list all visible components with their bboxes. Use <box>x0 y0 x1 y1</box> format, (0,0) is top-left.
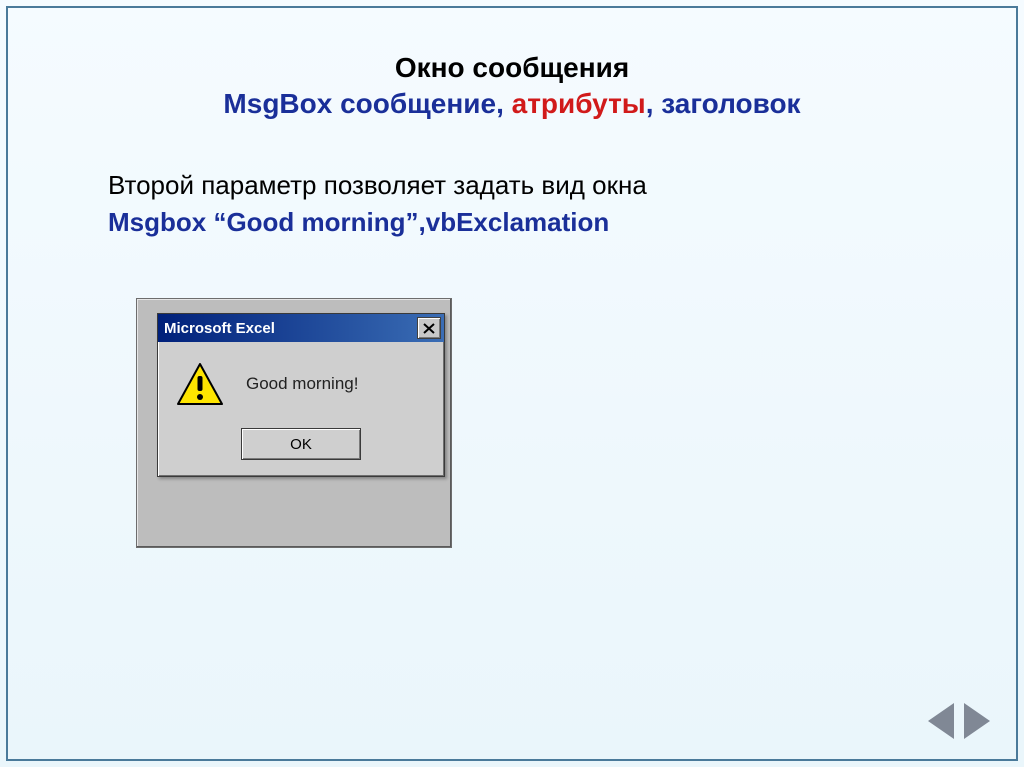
heading-line-2: MsgBox сообщение, атрибуты, заголовок <box>8 86 1016 122</box>
dialog-actions: OK <box>158 424 444 476</box>
slide-frame: Окно сообщения MsgBox сообщение, атрибут… <box>6 6 1018 761</box>
body-line-1: Второй параметр позволяет задать вид окн… <box>108 167 1016 205</box>
slide-nav <box>928 703 990 739</box>
message-box-dialog: Microsoft Excel Good morning! <box>157 313 445 477</box>
next-slide-button[interactable] <box>964 703 990 739</box>
dialog-title: Microsoft Excel <box>164 320 275 337</box>
heading-title-text: , заголовок <box>646 88 801 119</box>
slide-heading: Окно сообщения MsgBox сообщение, атрибут… <box>8 50 1016 123</box>
body-code-line: Msgbox “Good morning”,vbExclamation <box>108 204 1016 242</box>
dialog-screenshot-frame: Microsoft Excel Good morning! <box>136 298 452 548</box>
heading-msgbox-text: MsgBox сообщение, <box>223 88 511 119</box>
ok-button[interactable]: OK <box>241 428 361 460</box>
heading-line-1: Окно сообщения <box>8 50 1016 86</box>
close-button[interactable] <box>417 317 441 339</box>
dialog-titlebar[interactable]: Microsoft Excel <box>158 314 444 342</box>
close-icon <box>423 323 435 334</box>
dialog-body: Good morning! <box>158 342 444 424</box>
exclamation-icon <box>176 362 224 406</box>
ok-button-label: OK <box>290 436 312 453</box>
body-text: Второй параметр позволяет задать вид окн… <box>108 167 1016 242</box>
heading-attributes-text: атрибуты <box>512 88 646 119</box>
prev-slide-button[interactable] <box>928 703 954 739</box>
dialog-message: Good morning! <box>246 374 358 394</box>
